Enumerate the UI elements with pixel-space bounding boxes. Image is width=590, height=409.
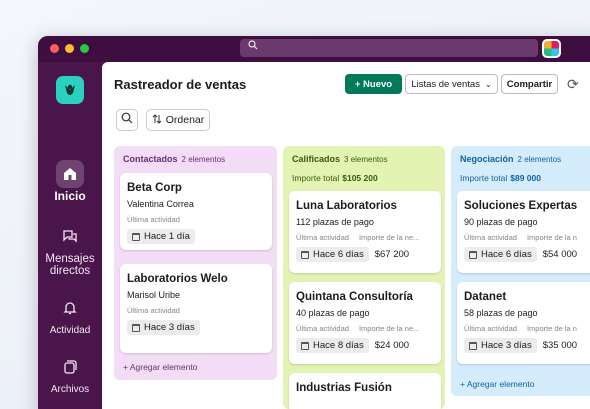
sidebar-item-mensajes-directos[interactable]: Mensajes directos	[38, 222, 102, 277]
share-button[interactable]: Compartir	[501, 74, 558, 94]
date-badge: Hace 1 día	[127, 229, 195, 244]
card-meta: Última actividad Importe de la ne...	[296, 324, 420, 333]
search-icon	[248, 40, 258, 53]
files-icon	[56, 353, 84, 381]
filter-search-button[interactable]	[116, 109, 138, 131]
deal-amount: $35 000	[542, 340, 578, 351]
card-meta: Última actividad Importe de la n	[464, 324, 577, 333]
card-title: Quintana Consultoría	[296, 291, 413, 303]
card-title: Beta Corp	[127, 182, 182, 194]
refresh-icon[interactable]: ⟳	[567, 76, 579, 93]
calendar-icon	[301, 341, 309, 350]
card-title: Laboratorios Welo	[127, 273, 228, 285]
sidebar-item-archivos[interactable]: Archivos	[38, 353, 102, 395]
close-window-button[interactable]	[50, 44, 59, 53]
sales-lists-label: Listas de ventas	[411, 78, 480, 90]
sidebar-item-label: Archivos	[50, 384, 90, 395]
date-badge: Hace 8 días	[296, 338, 369, 353]
date-badge: Hace 6 días	[296, 247, 369, 262]
column-contactados: Contactados 2 elementos Beta Corp Valenti…	[114, 146, 277, 380]
column-total: Importe total $105 200	[292, 173, 378, 183]
card-title: Soluciones Expertas	[464, 200, 578, 212]
column-header: Negociación 2 elementos	[460, 154, 561, 164]
calendar-icon	[469, 341, 477, 350]
card-meta: Última actividad	[127, 215, 180, 224]
minimize-window-button[interactable]	[65, 44, 74, 53]
deal-amount: $54 000	[542, 249, 578, 260]
home-icon	[56, 160, 84, 188]
card-beta-corp[interactable]: Beta Corp Valentina Correa Última activi…	[120, 173, 272, 250]
sidebar: Inicio Mensajes directos Actividad Archi…	[38, 62, 102, 409]
maximize-window-button[interactable]	[80, 44, 89, 53]
sort-arrows-icon	[152, 113, 162, 127]
column-header: Calificados 3 elementos	[292, 154, 388, 164]
title-bar	[38, 36, 590, 62]
column-count: 3 elementos	[344, 155, 388, 164]
card-meta: Última actividad Importe de la ne...	[296, 233, 420, 242]
chevron-down-icon: ⌄	[484, 79, 492, 89]
card-seats: 40 plazas de pago	[296, 308, 370, 318]
column-title: Calificados	[292, 154, 341, 164]
card-seats: 112 plazas de pago	[296, 217, 374, 227]
card-contact: Valentina Correa	[127, 199, 194, 209]
add-item-button[interactable]: + Agregar elemento	[123, 362, 197, 372]
deal-amount: $24 000	[374, 340, 410, 351]
sort-label: Ordenar	[165, 114, 205, 126]
sales-lists-dropdown[interactable]: Listas de ventas ⌄	[405, 74, 498, 94]
column-title: Negociación	[460, 154, 514, 164]
sidebar-item-actividad[interactable]: Actividad	[38, 294, 102, 336]
app-extension-icon[interactable]	[542, 39, 561, 58]
card-seats: 58 plazas de pago	[464, 308, 538, 318]
workspace-logo-icon[interactable]	[56, 76, 84, 104]
chat-bubbles-icon	[56, 222, 84, 250]
column-negociacion: Negociación 2 elementos Importe total $89 …	[451, 146, 590, 396]
page-title: Rastreador de ventas	[114, 77, 247, 92]
date-badge: Hace 3 días	[464, 338, 537, 353]
sidebar-item-label: Actividad	[49, 325, 91, 336]
card-title: Industrias Fusión	[296, 382, 392, 394]
search-icon	[121, 111, 133, 129]
column-count: 2 elementos	[181, 155, 226, 164]
date-badge: Hace 3 días	[127, 320, 200, 335]
card-industrias-fusion[interactable]: Industrias Fusión	[289, 373, 441, 409]
new-button[interactable]: + Nuevo	[345, 74, 402, 94]
sidebar-item-label: Mensajes directos	[45, 253, 95, 277]
card-laboratorios-welo[interactable]: Laboratorios Welo Marisol Uribe Última a…	[120, 264, 272, 353]
column-total: Importe total $89 000	[460, 173, 541, 183]
sort-button[interactable]: Ordenar	[146, 109, 210, 131]
calendar-icon	[469, 250, 477, 259]
sidebar-item-inicio[interactable]: Inicio	[38, 160, 102, 202]
card-title: Luna Laboratorios	[296, 200, 397, 212]
sidebar-item-label: Inicio	[54, 189, 86, 203]
card-soluciones-expertas[interactable]: Soluciones Expertas 90 plazas de pago Úl…	[457, 191, 590, 273]
deal-amount: $67 200	[374, 249, 410, 260]
column-header: Contactados 2 elementos	[123, 154, 225, 164]
card-seats: 90 plazas de pago	[464, 217, 538, 227]
date-badge: Hace 6 días	[464, 247, 537, 262]
card-contact: Marisol Uribe	[127, 290, 181, 300]
bell-icon	[56, 294, 84, 322]
calendar-icon	[132, 232, 140, 241]
card-luna-laboratorios[interactable]: Luna Laboratorios 112 plazas de pago Últ…	[289, 191, 441, 273]
calendar-icon	[132, 323, 140, 332]
search-bar[interactable]	[240, 39, 538, 57]
column-title: Contactados	[123, 154, 178, 164]
column-calificados: Calificados 3 elementos Importe total $105…	[283, 146, 445, 409]
card-title: Datanet	[464, 291, 507, 303]
column-count: 2 elementos	[517, 155, 562, 164]
card-datanet[interactable]: Datanet 58 plazas de pago Última activid…	[457, 282, 590, 364]
card-meta: Última actividad Importe de la n	[464, 233, 577, 242]
card-meta: Última actividad	[127, 306, 180, 315]
calendar-icon	[301, 250, 309, 259]
add-item-button[interactable]: + Agregar elemento	[460, 379, 534, 389]
card-quintana-consultoria[interactable]: Quintana Consultoría 40 plazas de pago Ú…	[289, 282, 441, 364]
